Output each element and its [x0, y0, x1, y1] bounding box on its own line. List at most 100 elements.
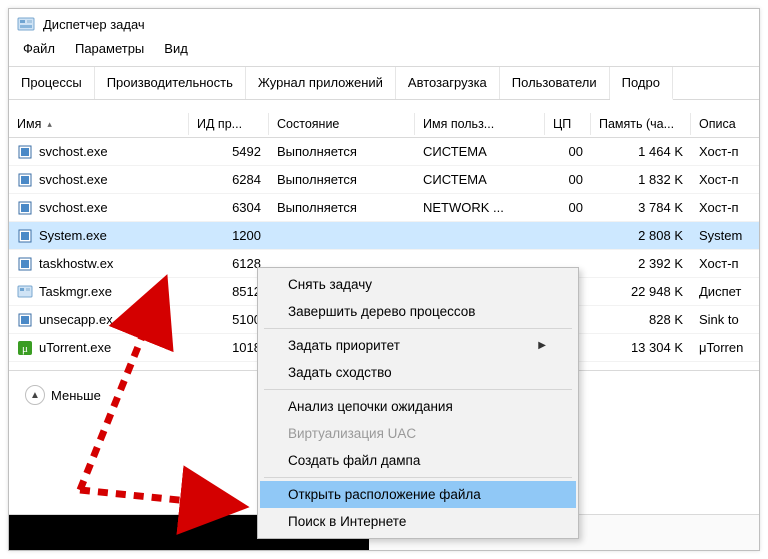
chevron-right-icon: ▶	[538, 340, 546, 351]
process-name-text: taskhostw.ex	[39, 256, 113, 271]
process-icon	[17, 172, 33, 188]
menu-options[interactable]: Параметры	[65, 37, 154, 60]
window-title: Диспетчер задач	[43, 17, 145, 32]
cell-status: Выполняется	[269, 140, 415, 163]
ctx-separator	[264, 389, 572, 390]
tab-startup[interactable]: Автозагрузка	[396, 67, 500, 99]
cell-user	[415, 232, 545, 240]
ctx-open-file-location[interactable]: Открыть расположение файла	[260, 481, 576, 508]
cell-memory: 3 784 K	[591, 196, 691, 219]
process-icon	[17, 284, 33, 300]
cell-status: Выполняется	[269, 168, 415, 191]
title-bar: Диспетчер задач	[9, 9, 759, 37]
cell-memory: 2 808 K	[591, 224, 691, 247]
process-name-text: Taskmgr.exe	[39, 284, 112, 299]
chevron-up-icon: ▲	[25, 385, 45, 405]
cell-desc: Sink to	[691, 308, 759, 331]
table-row[interactable]: svchost.exe 6284ВыполняетсяСИСТЕМА001 832…	[9, 166, 759, 194]
table-row[interactable]: svchost.exe 5492ВыполняетсяСИСТЕМА001 464…	[9, 138, 759, 166]
ctx-search-online[interactable]: Поиск в Интернете	[260, 508, 576, 535]
cell-pid: 6304	[189, 196, 269, 219]
ctx-create-dump[interactable]: Создать файл дампа	[260, 447, 576, 474]
cell-memory: 1 832 K	[591, 168, 691, 191]
tab-processes[interactable]: Процессы	[9, 67, 95, 99]
ctx-end-task[interactable]: Снять задачу	[260, 271, 576, 298]
process-name-text: uTorrent.exe	[39, 340, 111, 355]
cell-name: taskhostw.ex	[9, 252, 189, 276]
cell-user: СИСТЕМА	[415, 168, 545, 191]
process-icon: μ	[17, 340, 33, 356]
fewer-details-button[interactable]: ▲ Меньше	[17, 381, 109, 409]
process-name-text: unsecapp.ex	[39, 312, 113, 327]
cell-status: Выполняется	[269, 196, 415, 219]
cell-pid: 6284	[189, 168, 269, 191]
col-status[interactable]: Состояние	[269, 113, 415, 135]
cell-name: svchost.exe	[9, 196, 189, 220]
cell-desc: Диспет	[691, 280, 759, 303]
ctx-set-affinity[interactable]: Задать сходство	[260, 359, 576, 386]
tab-app-history[interactable]: Журнал приложений	[246, 67, 396, 99]
cell-name: Taskmgr.exe	[9, 280, 189, 304]
task-manager-icon	[17, 15, 35, 33]
cell-pid: 5492	[189, 140, 269, 163]
process-name-text: System.exe	[39, 228, 107, 243]
column-headers: Имя▴ ИД пр... Состояние Имя польз... ЦП …	[9, 110, 759, 138]
ctx-uac-virtualization: Виртуализация UAC	[260, 420, 576, 447]
cell-memory: 828 K	[591, 308, 691, 331]
cell-desc: Хост-п	[691, 196, 759, 219]
cell-desc: Хост-п	[691, 252, 759, 275]
process-icon	[17, 228, 33, 244]
table-row[interactable]: svchost.exe 6304ВыполняетсяNETWORK ...003…	[9, 194, 759, 222]
cell-desc: Хост-п	[691, 140, 759, 163]
process-name-text: svchost.exe	[39, 144, 108, 159]
cell-memory: 2 392 K	[591, 252, 691, 275]
cell-cpu: 00	[545, 140, 591, 163]
cell-name: unsecapp.ex	[9, 308, 189, 332]
tab-details[interactable]: Подро	[610, 67, 673, 100]
ctx-set-priority[interactable]: Задать приоритет▶	[260, 332, 576, 359]
ctx-end-tree[interactable]: Завершить дерево процессов	[260, 298, 576, 325]
menu-view[interactable]: Вид	[154, 37, 198, 60]
cell-user: СИСТЕМА	[415, 140, 545, 163]
cell-name: svchost.exe	[9, 140, 189, 164]
task-manager-window: Диспетчер задач Файл Параметры Вид Проце…	[8, 8, 760, 551]
cell-desc: Хост-п	[691, 168, 759, 191]
cell-name: System.exe	[9, 224, 189, 248]
tab-bar: Процессы Производительность Журнал прило…	[9, 66, 759, 100]
process-name-text: svchost.exe	[39, 172, 108, 187]
col-memory[interactable]: Память (ча...	[591, 113, 691, 135]
cell-memory: 1 464 K	[591, 140, 691, 163]
ctx-separator	[264, 477, 572, 478]
cell-cpu: 00	[545, 168, 591, 191]
col-desc[interactable]: Описа	[691, 113, 759, 135]
process-icon	[17, 200, 33, 216]
ctx-analyze-wait[interactable]: Анализ цепочки ожидания	[260, 393, 576, 420]
col-name[interactable]: Имя▴	[9, 113, 189, 135]
cell-user: NETWORK ...	[415, 196, 545, 219]
cell-desc: μTorren	[691, 336, 759, 359]
col-user[interactable]: Имя польз...	[415, 113, 545, 135]
cell-name: μ uTorrent.exe	[9, 336, 189, 360]
fewer-details-label: Меньше	[51, 388, 101, 403]
cell-name: svchost.exe	[9, 168, 189, 192]
cell-memory: 22 948 K	[591, 280, 691, 303]
menu-bar: Файл Параметры Вид	[9, 37, 759, 66]
col-pid[interactable]: ИД пр...	[189, 113, 269, 135]
process-icon	[17, 312, 33, 328]
tab-users[interactable]: Пользователи	[500, 67, 610, 99]
tab-performance[interactable]: Производительность	[95, 67, 246, 99]
table-row[interactable]: System.exe 1200 2 808 KSystem	[9, 222, 759, 250]
cell-desc: System	[691, 224, 759, 247]
cell-status	[269, 232, 415, 240]
cell-cpu: 00	[545, 196, 591, 219]
process-name-text: svchost.exe	[39, 200, 108, 215]
cell-pid: 1200	[189, 224, 269, 247]
context-menu: Снять задачу Завершить дерево процессов …	[257, 267, 579, 539]
menu-file[interactable]: Файл	[13, 37, 65, 60]
cell-memory: 13 304 K	[591, 336, 691, 359]
col-cpu[interactable]: ЦП	[545, 113, 591, 135]
ctx-separator	[264, 328, 572, 329]
process-icon	[17, 144, 33, 160]
sort-asc-icon: ▴	[47, 119, 52, 129]
svg-text:μ: μ	[22, 343, 28, 355]
